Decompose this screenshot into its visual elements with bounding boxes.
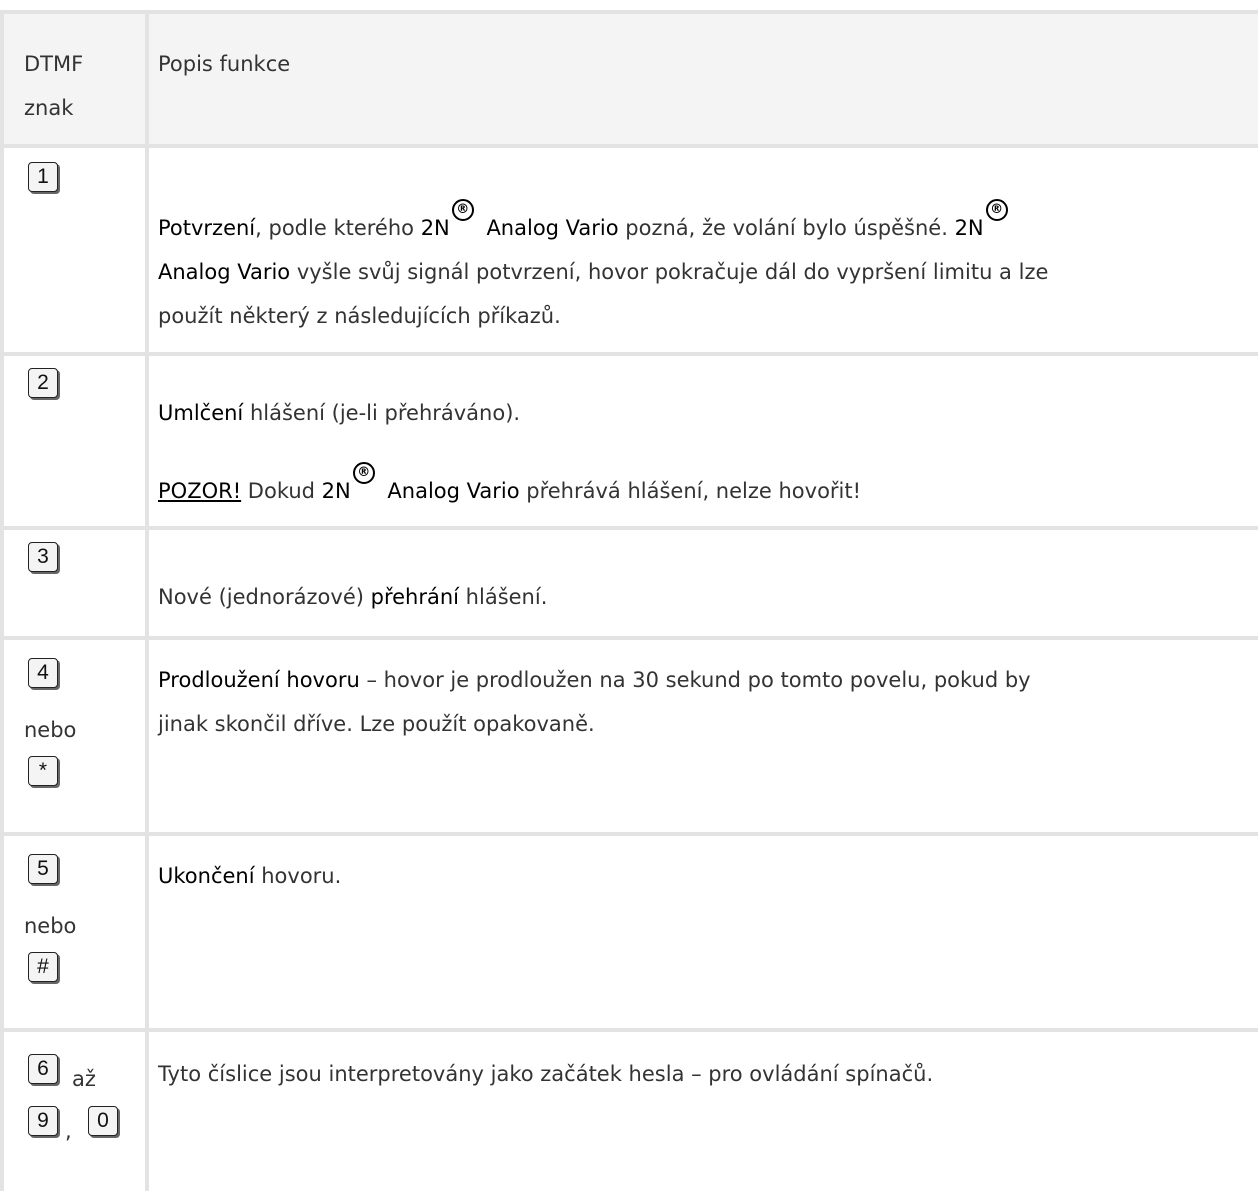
registered-mark-icon: ® <box>352 462 375 484</box>
dtmf-key-1: 1 <box>28 162 58 192</box>
row-description-line: Analog Vario vyšle svůj signál potvrzení… <box>158 260 1049 284</box>
dtmf-key-4: 4 <box>28 658 58 688</box>
row-description: Tyto číslice jsou interpretovány jako za… <box>158 1062 934 1086</box>
table-row: 3 Nové (jednorázové) přehrání hlášení. <box>0 530 1258 636</box>
row-description: Ukončení hovoru. <box>158 864 342 888</box>
dtmf-key-5: 5 <box>28 854 58 884</box>
separator-comma: , <box>65 1119 72 1143</box>
or-label: nebo <box>24 914 77 938</box>
row-description-line: jinak skončil dříve. Lze použít opakovan… <box>158 712 595 736</box>
or-label: nebo <box>24 718 77 742</box>
table-row: 4 nebo * Prodloužení hovoru – hovor je p… <box>0 640 1258 832</box>
header-description-label: Popis funkce <box>158 52 291 76</box>
table-header-row: DTMF znak Popis funkce <box>0 14 1258 144</box>
row-description: Potvrzení, podle kterého 2N® Analog Vari… <box>158 199 1248 251</box>
dtmf-key-2: 2 <box>28 368 58 398</box>
dtmf-key-3: 3 <box>28 542 58 572</box>
row-description-line: použít některý z následujících příkazů. <box>158 304 561 328</box>
header-dtmf-label: DTMF <box>24 52 84 76</box>
row-description-warning: POZOR! Dokud 2N® Analog Vario přehrává h… <box>158 462 1248 514</box>
row-description: Umlčení hlášení (je-li přehráváno). <box>158 401 521 425</box>
hash-key-icon: # <box>28 952 58 982</box>
table-row: 5 nebo # Ukončení hovoru. <box>0 836 1258 1028</box>
table-row: 2 Umlčení hlášení (je-li přehráváno). PO… <box>0 356 1258 526</box>
warning-label: POZOR! <box>158 479 242 503</box>
dtmf-key-0: 0 <box>88 1106 118 1136</box>
registered-mark-icon: ® <box>985 199 1008 221</box>
table-row: 6 až 9 , 0 Tyto číslice jsou interpretov… <box>0 1032 1258 1191</box>
row-description: Nové (jednorázové) přehrání hlášení. <box>158 585 548 609</box>
registered-mark-icon: ® <box>451 199 474 221</box>
header-znak-label: znak <box>24 96 74 120</box>
asterisk-key-icon: * <box>28 756 58 786</box>
row-description: Prodloužení hovoru – hovor je prodloužen… <box>158 668 1031 692</box>
dtmf-key-6: 6 <box>28 1054 58 1084</box>
dtmf-table: DTMF znak Popis funkce 1 Potvrzení, podl… <box>0 10 1258 1191</box>
to-label: až <box>72 1067 96 1091</box>
dtmf-key-9: 9 <box>28 1106 58 1136</box>
table-row: 1 Potvrzení, podle kterého 2N® Analog Va… <box>0 148 1258 352</box>
